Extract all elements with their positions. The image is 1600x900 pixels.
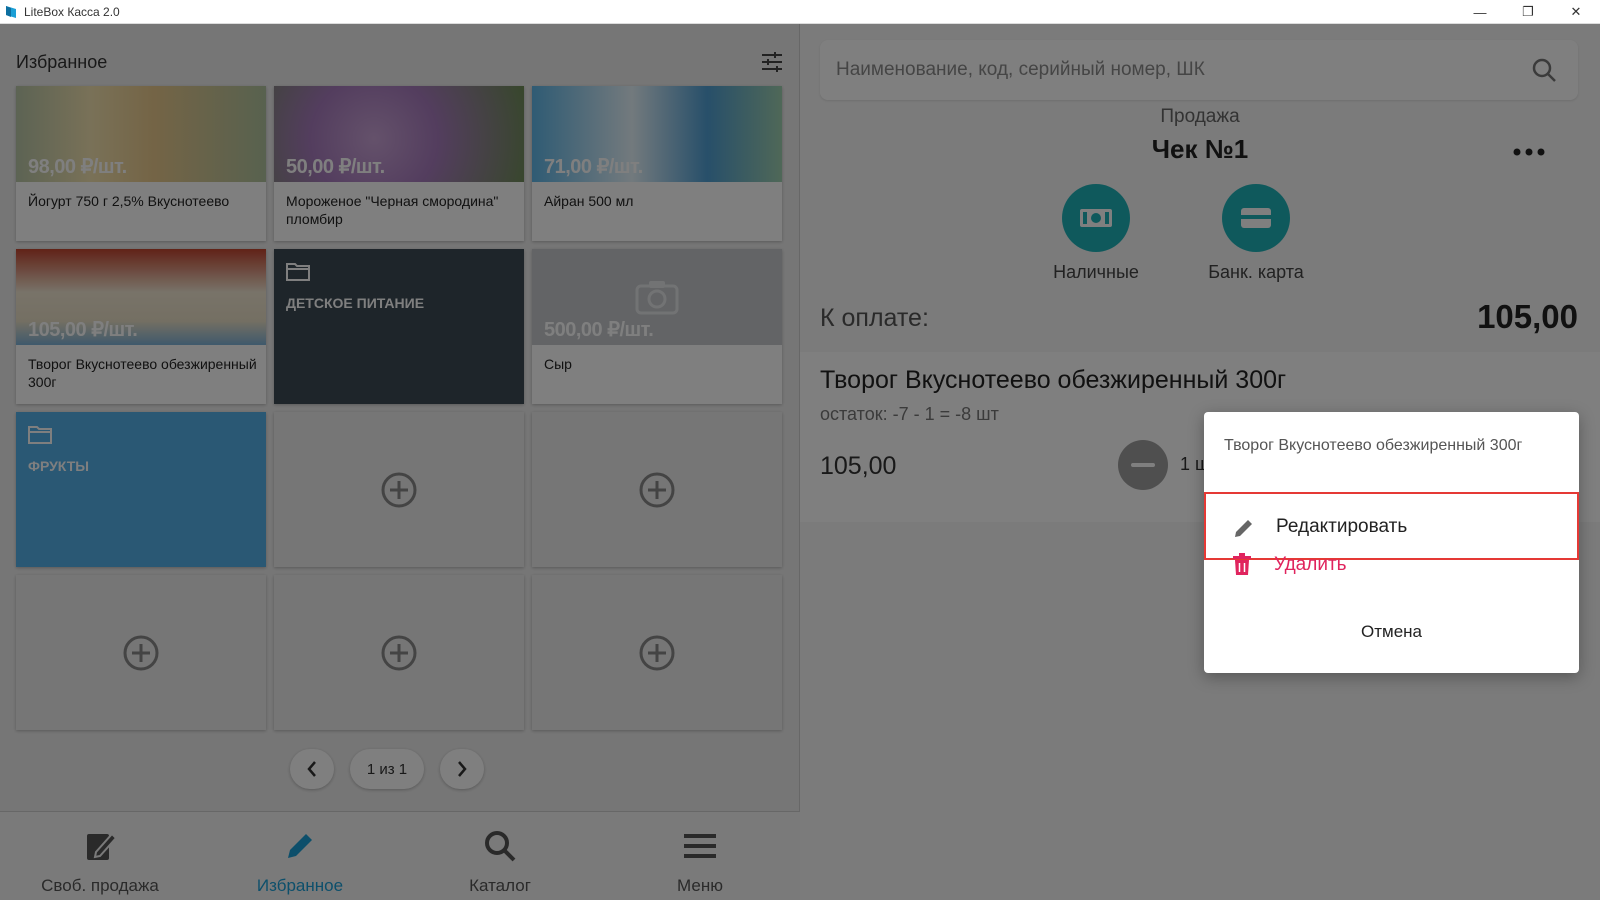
edit-label: Редактировать bbox=[1276, 516, 1408, 537]
litebox-logo-icon bbox=[6, 5, 16, 18]
delete-menu-item[interactable]: Удалить bbox=[1204, 546, 1579, 594]
pencil-icon bbox=[1235, 520, 1252, 537]
dialog-title: Творог Вкуснотеево обезжиренный 300г bbox=[1224, 437, 1523, 454]
minimize-button[interactable]: — bbox=[1456, 0, 1504, 24]
item-actions-dialog: Творог Вкуснотеево обезжиренный 300г Ред… bbox=[1204, 412, 1579, 673]
close-button[interactable]: ✕ bbox=[1552, 0, 1600, 24]
trash-icon bbox=[1233, 553, 1251, 575]
delete-label: Удалить bbox=[1274, 554, 1347, 575]
cancel-button[interactable]: Отмена bbox=[1204, 612, 1579, 652]
window-controls: — ❐ ✕ bbox=[1456, 0, 1600, 24]
window-titlebar: LiteBox Касса 2.0 — ❐ ✕ bbox=[0, 0, 1600, 24]
restore-button[interactable]: ❐ bbox=[1504, 0, 1552, 24]
window-title: LiteBox Касса 2.0 bbox=[24, 4, 120, 19]
